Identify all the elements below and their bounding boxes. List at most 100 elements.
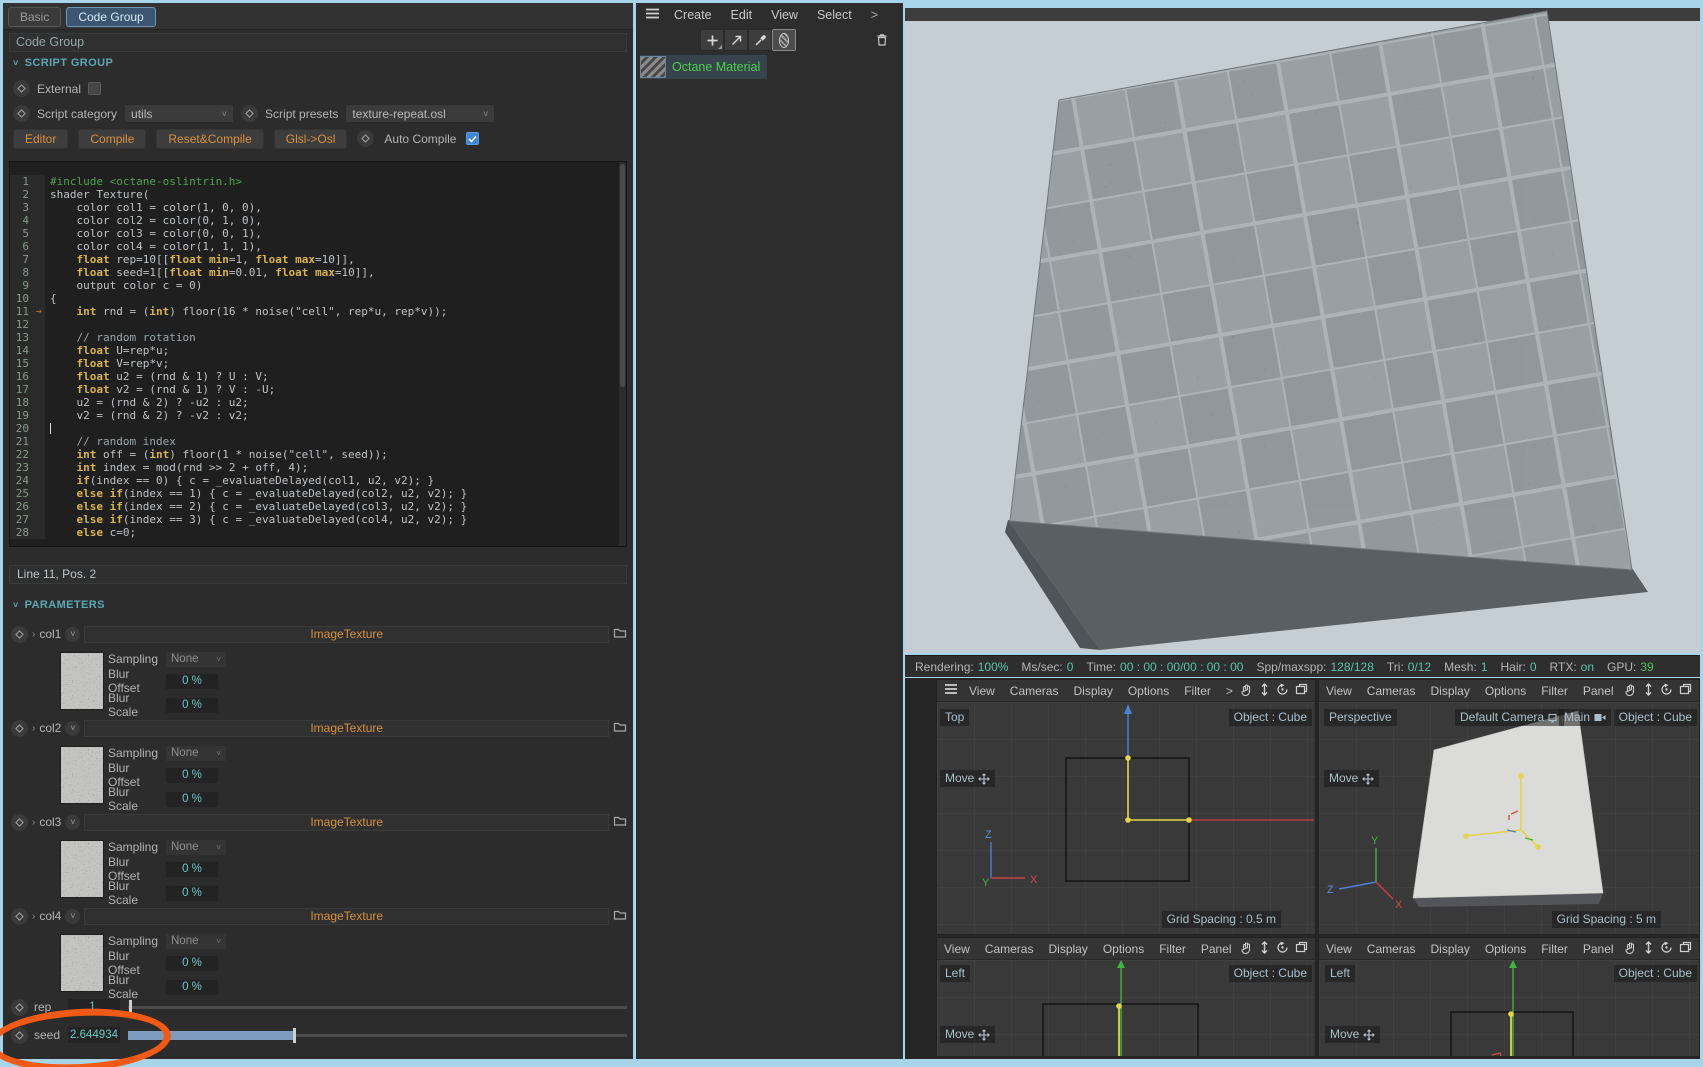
pan-hand-icon[interactable]	[1624, 941, 1637, 957]
vp-menu-view[interactable]: View	[1326, 684, 1352, 698]
blur-scale-field[interactable]: 0 %	[166, 886, 218, 901]
vp-menu-display[interactable]: Display	[1430, 942, 1469, 956]
viewport-perspective[interactable]: View Cameras Display Options Filter Pane…	[1318, 679, 1700, 935]
menu-create[interactable]: Create	[674, 8, 712, 22]
tab-basic[interactable]: Basic	[8, 7, 61, 27]
texture-thumbnail[interactable]	[60, 840, 104, 898]
script-group-header[interactable]: ˅ SCRIPT GROUP	[13, 57, 113, 69]
viewport-left-a[interactable]: View Cameras Display Options Filter Pane…	[936, 937, 1316, 1057]
parameters-header[interactable]: ˅ PARAMETERS	[13, 599, 105, 611]
blur-offset-field[interactable]: 0 %	[166, 862, 218, 877]
viewport-left-b[interactable]: View Cameras Display Options Filter Pane…	[1318, 937, 1700, 1057]
rep-slider[interactable]	[128, 1006, 627, 1009]
blur-scale-field[interactable]: 0 %	[166, 980, 218, 995]
rotate-view-icon[interactable]	[1276, 941, 1289, 957]
viewport-top-canvas[interactable]: Z X Y Top Object : Cube Move Grid Spacin…	[937, 702, 1315, 934]
blur-offset-field[interactable]: 0 %	[166, 768, 218, 783]
material-ball-button[interactable]	[772, 29, 796, 51]
script-presets-select[interactable]: texture-repeat.osl ˅	[345, 104, 495, 123]
vp-menu-view[interactable]: View	[969, 684, 995, 698]
vp-menu-options[interactable]: Options	[1103, 942, 1144, 956]
folder-icon[interactable]	[613, 720, 627, 736]
menu-view[interactable]: View	[771, 8, 798, 22]
vp-menu-filter[interactable]: Filter	[1541, 684, 1568, 698]
auto-compile-checkbox[interactable]	[466, 132, 479, 145]
chevron-right-icon[interactable]: ›	[32, 723, 35, 734]
zoom-updown-icon[interactable]	[1259, 683, 1270, 699]
external-checkbox[interactable]	[88, 82, 101, 95]
vp-menu-display[interactable]: Display	[1430, 684, 1469, 698]
maximize-panel-icon[interactable]	[1679, 941, 1692, 956]
viewport-top[interactable]: View Cameras Display Options Filter >	[936, 679, 1316, 935]
sampling-select[interactable]: None˅	[166, 746, 226, 761]
texture-thumbnail[interactable]	[60, 746, 104, 804]
blur-offset-field[interactable]: 0 %	[166, 674, 218, 689]
maximize-panel-icon[interactable]	[1295, 683, 1308, 698]
eyedropper-button[interactable]	[748, 29, 772, 51]
trash-icon[interactable]	[871, 29, 893, 51]
pan-hand-icon[interactable]	[1240, 941, 1253, 957]
viewport-left-a-canvas[interactable]: Left Object : Cube Move	[937, 960, 1315, 1056]
vp-menu-panel[interactable]: Panel	[1201, 942, 1232, 956]
vp-menu-options[interactable]: Options	[1485, 942, 1526, 956]
sampling-select[interactable]: None˅	[166, 652, 226, 667]
link-arrow-button[interactable]	[724, 29, 748, 51]
add-node-button[interactable]	[700, 29, 724, 51]
vp-menu-cameras[interactable]: Cameras	[985, 942, 1034, 956]
seed-value-field[interactable]: 2.644934	[68, 1027, 120, 1043]
zoom-updown-icon[interactable]	[1259, 941, 1270, 957]
maximize-panel-icon[interactable]	[1679, 683, 1692, 698]
folder-icon[interactable]	[613, 908, 627, 924]
viewport-perspective-canvas[interactable]: Y Z X Perspective Default Camera Main Ob…	[1319, 702, 1699, 934]
maximize-panel-icon[interactable]	[1295, 941, 1308, 956]
blur-scale-field[interactable]: 0 %	[166, 792, 218, 807]
vp-menu-filter[interactable]: Filter	[1184, 684, 1211, 698]
vp-menu-cameras[interactable]: Cameras	[1367, 942, 1416, 956]
chevron-right-icon[interactable]: ›	[32, 817, 35, 828]
sampling-select[interactable]: None˅	[166, 840, 226, 855]
menu-edit[interactable]: Edit	[731, 8, 753, 22]
vp-menu-panel[interactable]: Panel	[1583, 684, 1614, 698]
vp-menu-overflow[interactable]: >	[1226, 684, 1233, 698]
hamburger-menu-icon[interactable]	[645, 7, 660, 23]
hamburger-menu-icon[interactable]	[944, 683, 958, 698]
camera-label[interactable]: Default Camera	[1455, 709, 1564, 726]
vp-menu-options[interactable]: Options	[1485, 684, 1526, 698]
reset-compile-button[interactable]: Reset&Compile	[156, 129, 263, 149]
folder-icon[interactable]	[613, 814, 627, 830]
chevron-down-icon[interactable]: ˅	[65, 909, 80, 924]
compile-button[interactable]: Compile	[78, 129, 146, 149]
texture-type-button[interactable]: ImageTexture	[84, 720, 609, 737]
vp-menu-options[interactable]: Options	[1128, 684, 1169, 698]
vp-menu-panel[interactable]: Panel	[1583, 942, 1614, 956]
tab-code-group[interactable]: Code Group	[66, 7, 155, 27]
blur-offset-field[interactable]: 0 %	[166, 956, 218, 971]
render-viewport[interactable]	[905, 8, 1700, 653]
seed-slider[interactable]	[128, 1034, 627, 1037]
zoom-updown-icon[interactable]	[1643, 941, 1654, 957]
texture-thumbnail[interactable]	[60, 934, 104, 992]
glsl-to-osl-button[interactable]: Glsl->Osl	[274, 129, 348, 149]
vp-menu-filter[interactable]: Filter	[1541, 942, 1568, 956]
blur-scale-field[interactable]: 0 %	[166, 698, 218, 713]
chevron-right-icon[interactable]: ›	[32, 629, 35, 640]
texture-type-button[interactable]: ImageTexture	[84, 814, 609, 831]
vp-menu-view[interactable]: View	[1326, 942, 1352, 956]
vp-menu-cameras[interactable]: Cameras	[1367, 684, 1416, 698]
texture-type-button[interactable]: ImageTexture	[84, 626, 609, 643]
script-category-select[interactable]: utils ˅	[124, 104, 234, 123]
chevron-down-icon[interactable]: ˅	[65, 627, 80, 642]
rep-value-field[interactable]: 1.	[68, 999, 120, 1015]
sampling-select[interactable]: None˅	[166, 934, 226, 949]
pan-hand-icon[interactable]	[1624, 683, 1637, 699]
pan-hand-icon[interactable]	[1240, 683, 1253, 699]
chevron-down-icon[interactable]: ˅	[65, 815, 80, 830]
menu-overflow-chevron[interactable]: >	[871, 8, 878, 22]
editor-scrollbar[interactable]	[619, 162, 626, 546]
main-camera-label[interactable]: Main	[1559, 709, 1611, 726]
vp-menu-display[interactable]: Display	[1073, 684, 1112, 698]
folder-icon[interactable]	[613, 626, 627, 642]
vp-menu-cameras[interactable]: Cameras	[1010, 684, 1059, 698]
texture-thumbnail[interactable]	[60, 652, 104, 710]
chevron-right-icon[interactable]: ›	[32, 911, 35, 922]
